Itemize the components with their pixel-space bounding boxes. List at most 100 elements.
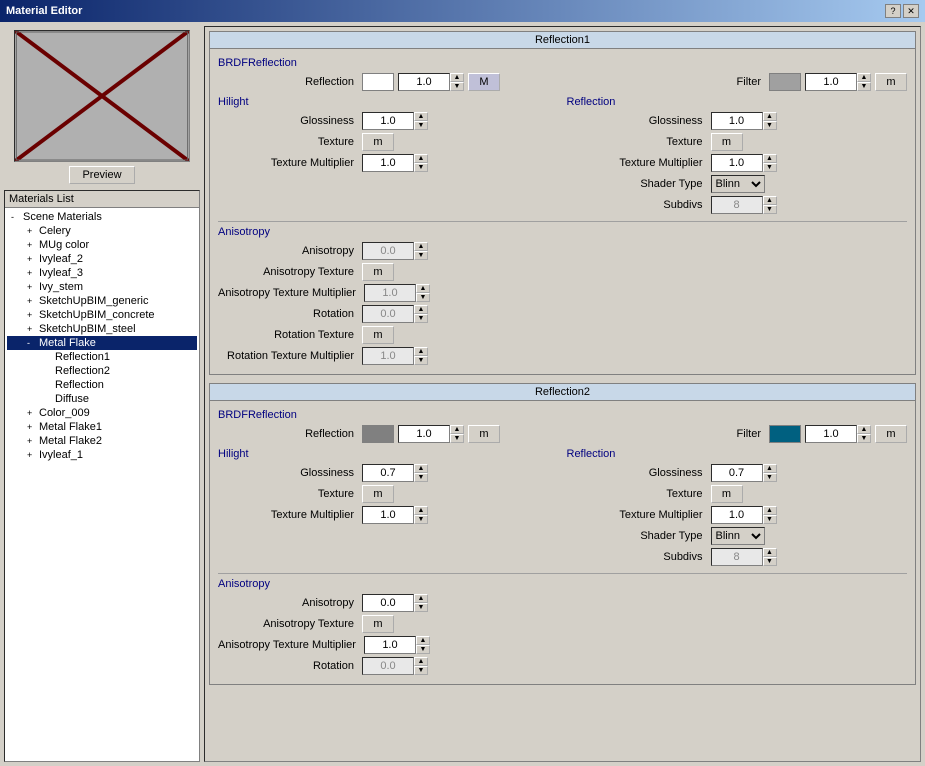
r2-aniso-texmult-input[interactable] — [364, 636, 416, 654]
tree-item-reflection2-child[interactable]: Reflection2 — [7, 364, 197, 378]
r1-subdivs-input[interactable] — [711, 196, 763, 214]
right-scroll[interactable]: Reflection1 BRDFReflection Reflection ▲ … — [205, 27, 920, 761]
r2-aniso-tex-btn[interactable]: m — [362, 615, 394, 633]
r2-rot-down[interactable]: ▼ — [414, 666, 428, 675]
r2-atm-up[interactable]: ▲ — [416, 636, 430, 645]
tree-item-metal-flake[interactable]: -Metal Flake — [7, 336, 197, 350]
reflection2-reflection-down[interactable]: ▼ — [450, 434, 464, 443]
tree-item-ivyleaf-2[interactable]: +Ivyleaf_2 — [7, 252, 197, 266]
r2-rtm-down[interactable]: ▼ — [763, 515, 777, 524]
r2-hilight-tex-btn[interactable]: m — [362, 485, 394, 503]
r2-htm-down[interactable]: ▼ — [414, 515, 428, 524]
tree-item-color-009[interactable]: +Color_009 — [7, 406, 197, 420]
r2-hilight-gloss-input[interactable] — [362, 464, 414, 482]
r2-refl-tex-btn[interactable]: m — [711, 485, 743, 503]
materials-tree[interactable]: -Scene Materials+Celery+MUg color+Ivylea… — [5, 208, 199, 761]
tree-item-ivy-stem[interactable]: +Ivy_stem — [7, 280, 197, 294]
r2-aniso-up[interactable]: ▲ — [414, 594, 428, 603]
tree-item-ivyleaf-1[interactable]: +Ivyleaf_1 — [7, 448, 197, 462]
reflection1-reflection-input[interactable] — [398, 73, 450, 91]
r1-rotation-input[interactable] — [362, 305, 414, 323]
r1-rot-down[interactable]: ▼ — [414, 314, 428, 323]
r1-rtm-down[interactable]: ▼ — [763, 163, 777, 172]
close-button[interactable]: ✕ — [903, 4, 919, 18]
tree-item-celery[interactable]: +Celery — [7, 224, 197, 238]
tree-item-sketchupbim-generic[interactable]: +SketchUpBIM_generic — [7, 294, 197, 308]
r1-rottexmult-input[interactable] — [362, 347, 414, 365]
help-button[interactable]: ? — [885, 4, 901, 18]
reflection1-filter-m-btn[interactable]: m — [875, 73, 907, 91]
r2-subdivs-input[interactable] — [711, 548, 763, 566]
r2-refl-texmult-input[interactable] — [711, 506, 763, 524]
r1-htm-up[interactable]: ▲ — [414, 154, 428, 163]
r2-hilight-texmult-input[interactable] — [362, 506, 414, 524]
r1-aniso-up[interactable]: ▲ — [414, 242, 428, 251]
tree-item-reflection-child[interactable]: Reflection — [7, 378, 197, 392]
r2-aniso-input[interactable] — [362, 594, 414, 612]
r1-rot-up[interactable]: ▲ — [414, 305, 428, 314]
reflection2-filter-down[interactable]: ▼ — [857, 434, 871, 443]
r1-refl-texmult-input[interactable] — [711, 154, 763, 172]
r1-rottex-btn[interactable]: m — [362, 326, 394, 344]
r1-refl-gloss-input[interactable] — [711, 112, 763, 130]
r1-hg-up[interactable]: ▲ — [414, 112, 428, 121]
r2-rg-up[interactable]: ▲ — [763, 464, 777, 473]
reflection2-filter-input[interactable] — [805, 425, 857, 443]
r1-hg-down[interactable]: ▼ — [414, 121, 428, 130]
tree-item-reflection1-child[interactable]: Reflection1 — [7, 350, 197, 364]
r1-aniso-texmult-input[interactable] — [364, 284, 416, 302]
reflection2-reflection-up[interactable]: ▲ — [450, 425, 464, 434]
r1-subdiv-up[interactable]: ▲ — [763, 196, 777, 205]
r1-rtm-up[interactable]: ▲ — [763, 154, 777, 163]
r1-aniso-input[interactable] — [362, 242, 414, 260]
r1-atm-down[interactable]: ▼ — [416, 293, 430, 302]
r1-refl-tex-btn[interactable]: m — [711, 133, 743, 151]
r2-rot-up[interactable]: ▲ — [414, 657, 428, 666]
preview-button[interactable]: Preview — [69, 166, 134, 184]
reflection1-reflection-swatch[interactable] — [362, 73, 394, 91]
reflection1-reflection-m-btn[interactable]: M — [468, 73, 500, 91]
tree-item-sketchupbim-concrete[interactable]: +SketchUpBIM_concrete — [7, 308, 197, 322]
reflection1-reflection-up[interactable]: ▲ — [450, 73, 464, 82]
r2-hg-down[interactable]: ▼ — [414, 473, 428, 482]
reflection1-filter-swatch[interactable] — [769, 73, 801, 91]
r1-atm-up[interactable]: ▲ — [416, 284, 430, 293]
reflection1-reflection-down[interactable]: ▼ — [450, 82, 464, 91]
r1-hilight-gloss-input[interactable] — [362, 112, 414, 130]
reflection2-filter-swatch[interactable] — [769, 425, 801, 443]
r1-aniso-down[interactable]: ▼ — [414, 251, 428, 260]
r1-aniso-tex-btn[interactable]: m — [362, 263, 394, 281]
r2-subdiv-up[interactable]: ▲ — [763, 548, 777, 557]
r1-hilight-texmult-input[interactable] — [362, 154, 414, 172]
r2-subdiv-down[interactable]: ▼ — [763, 557, 777, 566]
reflection2-reflection-swatch[interactable] — [362, 425, 394, 443]
r1-subdiv-down[interactable]: ▼ — [763, 205, 777, 214]
tree-item-metal-flake2[interactable]: +Metal Flake2 — [7, 434, 197, 448]
tree-item-diffuse-child[interactable]: Diffuse — [7, 392, 197, 406]
r1-rg-up[interactable]: ▲ — [763, 112, 777, 121]
r2-shader-select[interactable]: Blinn Phong — [711, 527, 765, 545]
reflection1-filter-up[interactable]: ▲ — [857, 73, 871, 82]
r2-hg-up[interactable]: ▲ — [414, 464, 428, 473]
reflection2-filter-up[interactable]: ▲ — [857, 425, 871, 434]
reflection2-reflection-m-btn[interactable]: m — [468, 425, 500, 443]
r2-rtm-up[interactable]: ▲ — [763, 506, 777, 515]
tree-item-metal-flake1[interactable]: +Metal Flake1 — [7, 420, 197, 434]
r2-refl-gloss-input[interactable] — [711, 464, 763, 482]
reflection2-filter-m-btn[interactable]: m — [875, 425, 907, 443]
r1-htm-down[interactable]: ▼ — [414, 163, 428, 172]
r2-aniso-down[interactable]: ▼ — [414, 603, 428, 612]
r2-rotation-input[interactable] — [362, 657, 414, 675]
tree-item-sketchupbim-steel[interactable]: +SketchUpBIM_steel — [7, 322, 197, 336]
r2-rg-down[interactable]: ▼ — [763, 473, 777, 482]
tree-item-mug-color[interactable]: +MUg color — [7, 238, 197, 252]
r2-atm-down[interactable]: ▼ — [416, 645, 430, 654]
r1-shader-select[interactable]: Blinn Phong — [711, 175, 765, 193]
reflection1-filter-input[interactable] — [805, 73, 857, 91]
r1-hilight-tex-btn[interactable]: m — [362, 133, 394, 151]
r1-rtmult-down[interactable]: ▼ — [414, 356, 428, 365]
r2-htm-up[interactable]: ▲ — [414, 506, 428, 515]
tree-item-ivyleaf-3[interactable]: +Ivyleaf_3 — [7, 266, 197, 280]
reflection2-reflection-input[interactable] — [398, 425, 450, 443]
tree-item-scene-materials[interactable]: -Scene Materials — [7, 210, 197, 224]
